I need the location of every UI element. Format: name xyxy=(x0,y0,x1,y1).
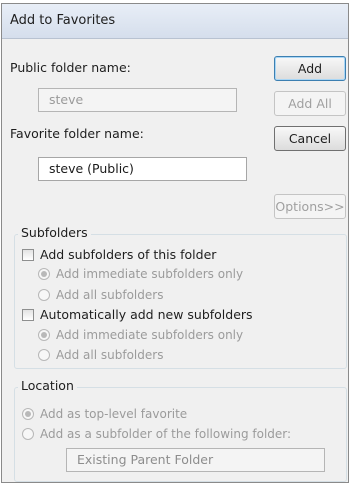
top-level-label: Add as top-level favorite xyxy=(40,407,188,421)
dialog-title: Add to Favorites xyxy=(10,13,116,28)
auto-all-radio-row[interactable]: Add all subfolders xyxy=(38,348,163,362)
public-folder-label: Public folder name: xyxy=(10,60,131,75)
subfolder-of-label: Add as a subfolder of the following fold… xyxy=(40,427,292,441)
add-subfolders-checkbox-row[interactable]: Add subfolders of this folder xyxy=(22,247,216,262)
radio-icon[interactable] xyxy=(38,289,50,301)
auto-add-checkbox[interactable] xyxy=(22,308,34,321)
radio-icon[interactable] xyxy=(22,408,34,420)
top-level-radio-row[interactable]: Add as top-level favorite xyxy=(22,407,187,421)
add-subfolders-checkbox[interactable] xyxy=(22,248,34,261)
auto-add-label: Automatically add new subfolders xyxy=(40,307,253,322)
options-button[interactable]: Options>> xyxy=(274,194,346,219)
radio-icon[interactable] xyxy=(38,329,50,341)
add-to-favorites-dialog: Add to Favorites Public folder name: ste… xyxy=(1,3,349,483)
title-bar: Add to Favorites xyxy=(2,4,348,39)
favorite-folder-label: Favorite folder name: xyxy=(10,126,144,141)
radio-icon[interactable] xyxy=(22,428,34,440)
radio-icon[interactable] xyxy=(38,268,50,280)
subfolders-title: Subfolders xyxy=(18,225,91,240)
add-all-radio-row[interactable]: Add all subfolders xyxy=(38,288,163,302)
auto-immediate-label: Add immediate subfolders only xyxy=(56,328,244,342)
add-immediate-label: Add immediate subfolders only xyxy=(56,267,244,281)
add-immediate-radio-row[interactable]: Add immediate subfolders only xyxy=(38,267,243,281)
add-all-label: Add all subfolders xyxy=(56,288,164,302)
subfolder-of-radio-row[interactable]: Add as a subfolder of the following fold… xyxy=(22,427,291,441)
cancel-button[interactable]: Cancel xyxy=(274,126,346,151)
add-subfolders-label: Add subfolders of this folder xyxy=(40,247,217,262)
add-all-button[interactable]: Add All xyxy=(274,91,346,116)
add-button[interactable]: Add xyxy=(274,56,346,81)
location-title: Location xyxy=(18,378,77,393)
auto-immediate-radio-row[interactable]: Add immediate subfolders only xyxy=(38,328,243,342)
auto-add-checkbox-row[interactable]: Automatically add new subfolders xyxy=(22,307,253,322)
parent-folder-field: Existing Parent Folder xyxy=(66,448,325,472)
favorite-folder-field[interactable]: steve (Public) xyxy=(38,157,247,181)
public-folder-field: steve xyxy=(38,88,237,112)
auto-all-label: Add all subfolders xyxy=(56,348,164,362)
radio-icon[interactable] xyxy=(38,349,50,361)
